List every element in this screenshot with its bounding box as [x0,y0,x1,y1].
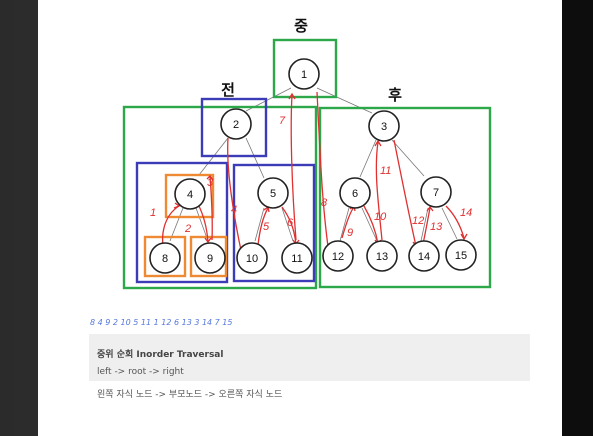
note-line-2: 왼쪽 자식 노드 -> 부모노드 -> 오른쪽 자식 노드 [97,390,283,400]
step-mark: 9 [347,227,353,239]
node-label-13: 13 [376,251,388,263]
node-label-1: 1 [301,69,307,81]
node-label-5: 5 [270,188,276,200]
node-label-9: 9 [207,253,213,265]
step-mark: 8 [321,197,328,209]
node-label-10: 10 [246,253,258,265]
note-line-1: left -> root -> right [97,367,184,377]
step-mark: 7 [279,115,286,127]
node-label-4: 4 [187,189,193,201]
node-label-8: 8 [162,253,168,265]
middle-label: 중 [294,17,308,35]
right-label: 후 [388,86,402,104]
step-mark: 2 [184,223,191,235]
step-mark: 14 [460,207,472,219]
step-mark: 3 [207,177,214,189]
left-label: 전 [221,81,235,99]
arrow-11 [375,141,383,241]
arrow-12 [393,139,417,247]
step-mark: 10 [374,211,387,223]
step-mark: 13 [430,221,443,233]
node-label-6: 6 [352,188,358,200]
node-label-11: 11 [291,253,302,265]
step-mark: 5 [263,221,270,233]
traversal-step-numbers: 1 2 3 4 5 6 7 8 9 10 11 12 13 14 [150,115,472,239]
node-label-2: 2 [233,119,239,131]
step-mark: 12 [412,215,424,227]
step-mark: 4 [231,204,237,216]
step-mark: 1 [150,207,156,219]
inorder-sequence: 8 4 9 2 10 5 11 1 12 6 13 3 14 7 15 [90,318,233,327]
node-label-3: 3 [381,121,387,133]
note-title: 중위 순회 Inorder Traversal [97,350,224,360]
node-label-7: 7 [433,187,439,199]
node-label-12: 12 [332,251,344,263]
node-label-14: 14 [418,251,430,263]
step-mark: 11 [380,165,391,177]
step-mark: 6 [287,217,294,229]
node-label-15: 15 [455,250,467,262]
